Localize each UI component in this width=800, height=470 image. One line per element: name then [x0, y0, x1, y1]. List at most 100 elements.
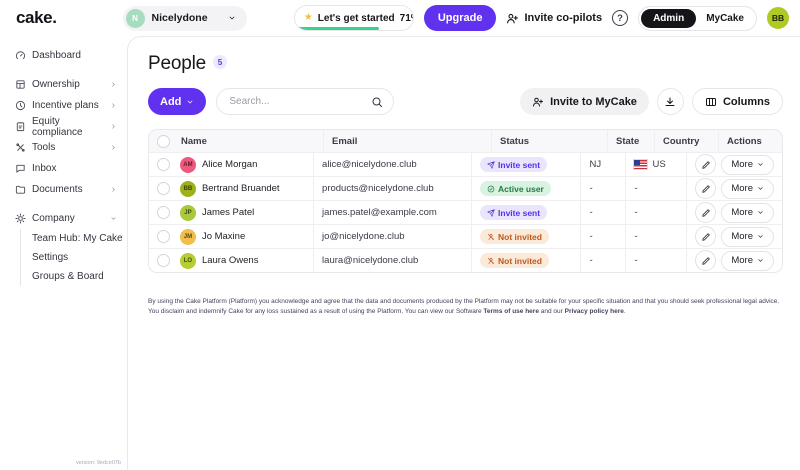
person-plus-icon: [506, 12, 519, 25]
sidebar-item-dashboard[interactable]: Dashboard: [0, 45, 127, 66]
sidebar-subitem-settings[interactable]: Settings: [21, 248, 127, 267]
more-button[interactable]: More: [721, 203, 774, 223]
edit-button[interactable]: [695, 250, 716, 271]
table-header-row: Name Email Status State Country Actions: [149, 130, 782, 152]
company-name: Nicelydone: [152, 12, 208, 24]
person-name: Laura Owens: [202, 255, 259, 266]
person-email: alice@nicelydone.club: [322, 159, 417, 170]
columns-button[interactable]: Columns: [692, 88, 783, 115]
chevron-right-icon: [110, 81, 117, 88]
celebration-icon: ★: [304, 13, 313, 23]
edit-button[interactable]: [695, 226, 716, 247]
top-bar: cake. N Nicelydone ★ Let's get started 7…: [0, 0, 800, 36]
sidebar: Dashboard Ownership Incentive plans Equi…: [0, 36, 127, 470]
avatar: LO: [180, 253, 196, 269]
row-checkbox[interactable]: [157, 206, 170, 219]
export-button[interactable]: [657, 88, 684, 115]
check-circle-icon: [487, 185, 495, 193]
edit-button[interactable]: [695, 178, 716, 199]
column-header-name: Name: [173, 130, 324, 152]
select-all-checkbox[interactable]: [157, 135, 170, 148]
person-state: -: [589, 183, 592, 194]
search-input[interactable]: [217, 89, 393, 114]
sidebar-item-label: Documents: [32, 184, 83, 195]
company-selector[interactable]: N Nicelydone: [123, 6, 247, 31]
sidebar-item-label: Tools: [32, 142, 55, 153]
toggle-admin[interactable]: Admin: [641, 9, 696, 28]
legal-disclaimer: By using the Cake Platform (Platform) yo…: [148, 297, 783, 318]
row-checkbox[interactable]: [157, 254, 170, 267]
more-button[interactable]: More: [721, 251, 774, 271]
column-header-actions: Actions: [719, 130, 782, 152]
invite-copilots-label: Invite co-pilots: [524, 12, 602, 24]
add-button-label: Add: [160, 96, 181, 108]
chevron-right-icon: [110, 144, 117, 151]
person-name: Bertrand Bruandet: [202, 183, 280, 194]
sidebar-item-label: Equity compliance: [32, 116, 104, 138]
privacy-policy-link[interactable]: Privacy policy here: [565, 308, 624, 315]
chevron-down-icon: [228, 14, 236, 22]
more-button[interactable]: More: [721, 179, 774, 199]
download-icon: [664, 96, 676, 108]
more-button[interactable]: More: [721, 227, 774, 247]
row-checkbox[interactable]: [157, 158, 170, 171]
chevron-right-icon: [110, 186, 117, 193]
invite-copilots-button[interactable]: Invite co-pilots: [506, 12, 602, 25]
person-state: NJ: [589, 159, 601, 170]
search-box: [216, 88, 394, 115]
chevron-down-icon: [757, 209, 764, 216]
avatar: JM: [180, 229, 196, 245]
sidebar-item-ownership[interactable]: Ownership: [0, 74, 127, 95]
page-title: People: [148, 53, 206, 75]
person-state: -: [589, 207, 592, 218]
help-icon[interactable]: ?: [612, 10, 628, 26]
avatar: AM: [180, 157, 196, 173]
person-country: -: [634, 255, 637, 266]
progress-bar-fill: [295, 27, 379, 30]
columns-icon: [705, 96, 717, 108]
person-email: jo@nicelydone.club: [322, 231, 405, 242]
sidebar-item-inbox[interactable]: Inbox: [0, 158, 127, 179]
person-state: -: [589, 231, 592, 242]
sidebar-item-company[interactable]: Company: [0, 208, 127, 229]
chevron-right-icon: [110, 123, 117, 130]
cake-logo: cake.: [16, 8, 57, 28]
topbar-right: ★ Let's get started 71% Upgrade Invite c…: [294, 5, 789, 31]
sidebar-subitem-team-hub[interactable]: Team Hub: My Cake: [21, 229, 127, 248]
table-row: BB Bertrand Bruandet products@nicelydone…: [149, 176, 782, 200]
person-country: US: [652, 159, 665, 170]
sidebar-subitem-groups-board[interactable]: Groups & Board: [21, 267, 127, 286]
sidebar-item-tools[interactable]: Tools: [0, 137, 127, 158]
sidebar-item-incentive-plans[interactable]: Incentive plans: [0, 95, 127, 116]
chevron-down-icon: [186, 98, 194, 106]
more-button[interactable]: More: [721, 155, 774, 175]
status-badge: Invite sent: [480, 157, 547, 172]
row-checkbox[interactable]: [157, 230, 170, 243]
person-name: Alice Morgan: [202, 159, 257, 170]
chat-icon: [15, 163, 26, 174]
terms-of-use-link[interactable]: Terms of use here: [483, 308, 539, 315]
invite-to-mycake-button[interactable]: Invite to MyCake: [520, 88, 649, 115]
row-checkbox[interactable]: [157, 182, 170, 195]
onboarding-progress-pill[interactable]: ★ Let's get started 71%: [294, 5, 414, 31]
pencil-icon: [701, 184, 711, 194]
edit-button[interactable]: [695, 154, 716, 175]
chevron-down-icon: [757, 161, 764, 168]
person-country: -: [634, 183, 637, 194]
add-button[interactable]: Add: [148, 88, 206, 115]
sidebar-item-label: Ownership: [32, 79, 80, 90]
people-count-badge: 5: [213, 55, 227, 69]
progress-label: Let's get started: [318, 13, 395, 24]
sidebar-item-equity-compliance[interactable]: Equity compliance: [0, 116, 127, 137]
upgrade-button[interactable]: Upgrade: [424, 5, 497, 31]
edit-button[interactable]: [695, 202, 716, 223]
us-flag-icon: [634, 160, 647, 169]
person-plus-icon: [532, 96, 544, 108]
person-name: Jo Maxine: [202, 231, 245, 242]
person-name: James Patel: [202, 207, 254, 218]
person-country: -: [634, 207, 637, 218]
sidebar-item-documents[interactable]: Documents: [0, 179, 127, 200]
status-badge: Not invited: [480, 253, 549, 268]
user-avatar[interactable]: BB: [767, 7, 789, 29]
toggle-mycake[interactable]: MyCake: [696, 9, 754, 28]
